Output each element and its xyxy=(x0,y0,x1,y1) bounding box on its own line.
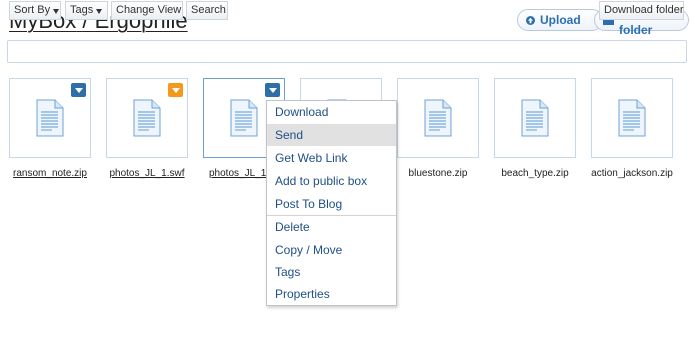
document-icon xyxy=(230,99,258,137)
sort-by-dropdown[interactable]: Sort By xyxy=(9,1,61,20)
chevron-down-icon xyxy=(171,87,180,93)
file-tile[interactable] xyxy=(106,78,188,158)
change-view-label: Change View xyxy=(116,4,182,16)
file-tile[interactable] xyxy=(9,78,91,158)
chevron-down-icon xyxy=(74,87,83,93)
file-menu-toggle[interactable] xyxy=(265,83,280,97)
file-name[interactable]: photos_JL_1.swf xyxy=(97,168,197,179)
file-tile[interactable] xyxy=(591,78,673,158)
search-label: Search xyxy=(191,4,226,16)
menu-item-post-to-blog[interactable]: Post To Blog xyxy=(267,193,396,215)
file-name[interactable]: ransom_note.zip xyxy=(0,168,100,179)
upload-icon xyxy=(526,15,535,25)
download-folder-label: Download folder xyxy=(604,4,684,16)
menu-item-delete[interactable]: Delete xyxy=(267,216,396,238)
tags-label: Tags xyxy=(70,4,94,16)
file-tile[interactable] xyxy=(494,78,576,158)
download-folder-button[interactable]: Download folder xyxy=(599,1,684,20)
menu-item-copy-move[interactable]: Copy / Move xyxy=(267,239,396,261)
file-menu-toggle[interactable] xyxy=(168,83,183,97)
search-button[interactable]: Search xyxy=(186,1,228,20)
file-name[interactable]: photos_JL_1 xyxy=(194,168,266,179)
chevron-down-icon xyxy=(53,8,60,14)
file-name[interactable]: beach_type.zip xyxy=(485,168,585,179)
file-menu-toggle[interactable] xyxy=(71,83,86,97)
toolbar xyxy=(7,40,687,63)
tags-dropdown[interactable]: Tags xyxy=(65,1,108,20)
menu-item-tags[interactable]: Tags xyxy=(267,261,396,283)
menu-item-download[interactable]: Download xyxy=(267,101,396,123)
document-icon xyxy=(424,99,452,137)
menu-item-send[interactable]: Send xyxy=(267,124,396,146)
document-icon xyxy=(133,99,161,137)
sort-by-label: Sort By xyxy=(14,4,51,16)
file-name[interactable]: bluestone.zip xyxy=(388,168,488,179)
document-icon xyxy=(618,99,646,137)
file-name[interactable]: action_jackson.zip xyxy=(582,168,682,179)
upload-label: Upload xyxy=(540,13,581,27)
document-icon xyxy=(521,99,549,137)
change-view-button[interactable]: Change View xyxy=(111,1,183,20)
menu-item-get-web-link[interactable]: Get Web Link xyxy=(267,147,396,169)
menu-item-properties[interactable]: Properties xyxy=(267,283,396,305)
file-context-menu: Download Send Get Web Link Add to public… xyxy=(266,100,397,306)
upload-button[interactable]: Upload xyxy=(517,9,603,31)
document-icon xyxy=(36,99,64,137)
menu-item-add-to-public-box[interactable]: Add to public box xyxy=(267,170,396,192)
chevron-down-icon xyxy=(96,8,103,14)
chevron-down-icon xyxy=(268,87,277,93)
file-tile[interactable] xyxy=(397,78,479,158)
